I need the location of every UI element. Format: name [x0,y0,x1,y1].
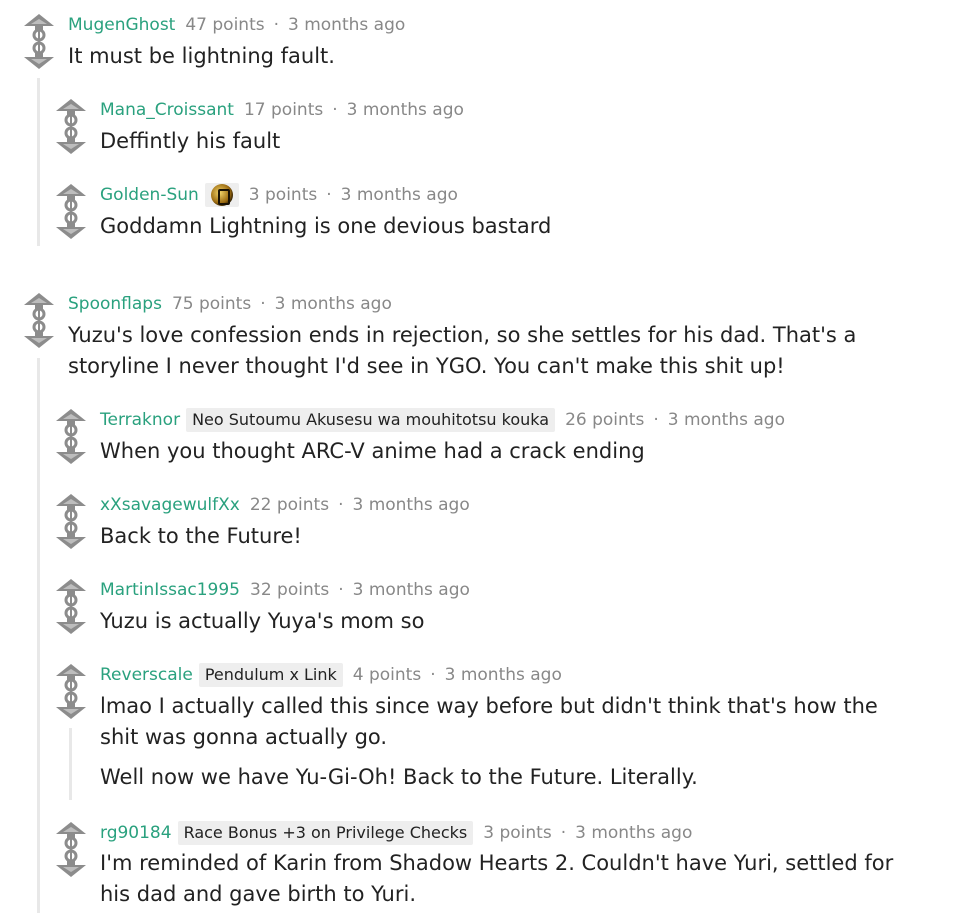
downvote-icon[interactable] [54,521,88,551]
comment-header: rg90184 Race Bonus +3 on Privilege Checks… [100,821,692,845]
comment-body: Deffintly his fault [100,126,920,157]
comment-text: When you thought ARC-V anime had a crack… [100,439,645,463]
comment-body: Yuzu is actually Yuya's mom so [100,606,920,637]
separator: · [273,15,279,35]
golden-sun-flair-icon [204,183,239,207]
timestamp[interactable]: 3 months ago [347,100,464,120]
username-link[interactable]: Golden-Sun [100,185,199,205]
timestamp[interactable]: 3 months ago [275,294,392,314]
comment-header: Reverscale Pendulum x Link 4 points · 3 mont… [100,663,562,687]
username-link[interactable]: MugenGhost [68,15,175,35]
user-flair: Race Bonus +3 on Privilege Checks [177,821,474,845]
timestamp[interactable]: 3 months ago [668,410,785,430]
separator: · [260,294,266,314]
upvote-icon[interactable] [54,182,88,212]
comment-body: Back to the Future! [100,521,920,552]
upvote-icon[interactable] [22,12,56,42]
downvote-icon[interactable] [22,41,56,71]
separator: · [653,410,659,430]
downvote-icon[interactable] [54,606,88,636]
username-link[interactable]: Spoonflaps [68,294,162,314]
username-link[interactable]: rg90184 [100,823,172,843]
separator: · [332,100,338,120]
timestamp[interactable]: 3 months ago [353,580,470,600]
comment-body: lmao I actually called this since way be… [100,691,922,793]
vote-arrows [54,577,88,637]
user-flair: Pendulum x Link [198,663,343,687]
separator: · [338,495,344,515]
points: 3 points [483,823,552,843]
comment-header: xXsavagewulfXx 22 points · 3 months ago [100,493,470,517]
downvote-icon[interactable] [54,849,88,879]
upvote-icon[interactable] [54,407,88,437]
comment-body: I'm reminded of Karin from Shadow Hearts… [100,848,910,910]
comment-text: Back to the Future! [100,524,302,548]
comment-text: I'm reminded of Karin from Shadow Hearts… [100,851,894,906]
timestamp[interactable]: 3 months ago [575,823,692,843]
points: 47 points [185,15,265,35]
comment-text: lmao I actually called this since way be… [100,694,878,749]
vote-arrows [54,407,88,467]
vote-arrows [54,820,88,880]
points: 22 points [249,495,330,515]
username-link[interactable]: Reverscale [100,665,193,685]
points: 26 points [565,410,645,430]
comment-body: Yuzu's love confession ends in rejection… [68,320,920,382]
comment-header: Mana_Croissant 17 points · 3 months ago [100,98,464,122]
comment-body: Goddamn Lightning is one devious bastard [100,211,920,242]
comment-header: Golden-Sun 3 points · 3 months ago [100,183,458,207]
separator: · [430,665,436,685]
upvote-icon[interactable] [54,577,88,607]
vote-arrows [54,97,88,157]
vote-arrows [22,12,56,72]
points: 3 points [248,185,318,205]
upvote-icon[interactable] [54,662,88,692]
username-link[interactable]: xXsavagewulfXx [100,495,240,515]
thread-rail-reverscale[interactable] [69,728,72,800]
username-link[interactable]: Terraknor [100,410,180,430]
vote-arrows [54,662,88,722]
comment-text: Yuzu is actually Yuya's mom so [100,609,425,633]
upvote-icon[interactable] [54,492,88,522]
comment-text: Yuzu's love confession ends in rejection… [68,323,857,378]
downvote-icon[interactable] [54,211,88,241]
points: 4 points [352,665,422,685]
downvote-icon[interactable] [54,126,88,156]
separator: · [326,185,332,205]
points: 75 points [171,294,252,314]
vote-arrows [54,182,88,242]
thread-rail-spoonflaps[interactable] [37,358,40,913]
comment-text: It must be lightning fault. [68,44,335,68]
vote-arrows [54,492,88,552]
timestamp[interactable]: 3 months ago [445,665,562,685]
comment-body: When you thought ARC-V anime had a crack… [100,436,920,467]
timestamp[interactable]: 3 months ago [341,185,458,205]
comment-text: Goddamn Lightning is one devious bastard [100,214,552,238]
upvote-icon[interactable] [54,820,88,850]
downvote-icon[interactable] [54,691,88,721]
upvote-icon[interactable] [22,291,56,321]
user-flair: Neo Sutoumu Akusesu wa mouhitotsu kouka [186,408,556,432]
separator: · [560,823,567,843]
comment-header: MartinIssac1995 32 points · 3 months ago [100,578,470,602]
comment-text: Well now we have Yu-Gi-Oh! Back to the F… [100,765,698,789]
comment-header: MugenGhost 47 points · 3 months ago [68,13,405,37]
downvote-icon[interactable] [54,436,88,466]
upvote-icon[interactable] [54,97,88,127]
downvote-icon[interactable] [22,320,56,350]
username-link[interactable]: Mana_Croissant [100,100,234,120]
comment-body: It must be lightning fault. [68,41,928,72]
comment-text: Deffintly his fault [100,129,281,153]
thread-rail-mugenghost[interactable] [37,78,40,246]
comment-header: Spoonflaps 75 points · 3 months ago [68,292,392,316]
timestamp[interactable]: 3 months ago [288,15,405,35]
comment-header: Terraknor Neo Sutoumu Akusesu wa mouhitot… [100,408,785,432]
username-link[interactable]: MartinIssac1995 [100,580,240,600]
vote-arrows [22,291,56,351]
points: 17 points [243,100,324,120]
timestamp[interactable]: 3 months ago [352,495,469,515]
points: 32 points [250,580,330,600]
separator: · [338,580,344,600]
